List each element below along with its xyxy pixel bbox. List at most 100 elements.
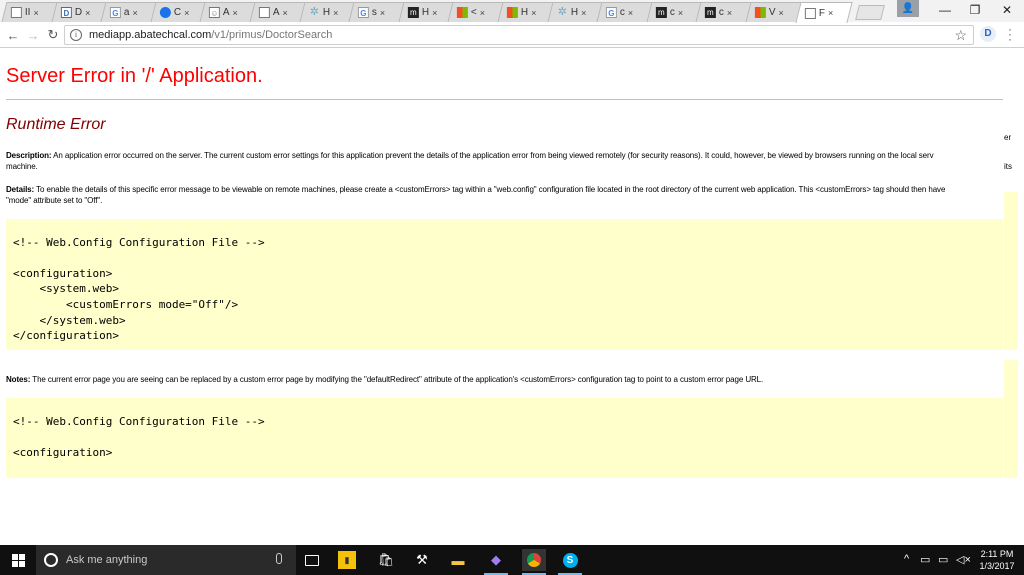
minimize-button[interactable]: — [930,0,960,20]
browser-tab[interactable]: Gs × [348,2,406,22]
browser-tab[interactable]: ✲ H × [299,2,357,22]
forward-button[interactable]: → [24,26,42,44]
back-button[interactable]: ← [4,26,22,44]
arrow-left-icon: ← [6,27,20,43]
browser-tab[interactable]: V × [745,2,803,22]
skype-icon[interactable]: S [558,549,582,575]
close-tab-icon[interactable]: × [828,8,833,18]
star-icon: ✲ [309,6,319,18]
tab-label: c [719,7,725,18]
ms-icon [457,7,469,18]
close-tab-icon[interactable]: × [233,8,238,18]
doc-icon [10,7,22,18]
close-tab-icon[interactable]: × [727,8,732,18]
code-block-edge [1004,360,1018,478]
battery-icon[interactable]: ▭ [938,553,948,566]
info-icon[interactable]: i [70,29,82,41]
close-tab-icon[interactable]: × [581,8,586,18]
star-icon: ✲ [557,6,567,18]
browser-tab[interactable]: F × [794,2,853,23]
browser-tab[interactable]: A × [249,2,307,22]
screen: 👤 — ❐ ✕ II × D D × Ga × C × ☺ A × A × ✲ H × Gs × m H × < × H × ✲ H ×… [0,0,1024,575]
chevron-up-icon[interactable]: ^ [904,553,909,565]
clock-time: 2:11 PM [980,549,1014,559]
clock-date: 1/3/2017 [979,561,1015,571]
browser-tab[interactable]: m H × [398,2,456,22]
code-text: <!-- Web.Config Configuration File --> <… [13,235,265,343]
chrome-logo-icon [527,553,541,567]
code-text: <!-- Web.Config Configuration File --> <… [13,414,265,459]
g-icon: G [606,7,618,18]
close-tab-icon[interactable]: × [184,8,189,18]
restore-button[interactable]: ❐ [960,0,990,20]
browser-tab[interactable]: D D × [51,2,109,22]
close-tab-icon[interactable]: × [779,8,784,18]
reload-icon: ↻ [47,27,59,42]
power-bi-icon[interactable]: ▮ [338,551,356,569]
url-text[interactable]: mediapp.abatechcal.com/v1/primus/DoctorS… [89,29,332,41]
close-tab-icon[interactable]: × [432,8,437,18]
microphone-icon[interactable] [276,553,282,564]
close-tab-icon[interactable]: × [628,8,633,18]
browser-tab[interactable]: C × [150,2,208,22]
extension-d-icon[interactable]: D [980,26,996,42]
file-explorer-icon[interactable]: ▬ [446,549,470,571]
notes-text: The current error page you are seeing ca… [32,375,764,384]
minimize-icon: — [939,3,951,17]
bookmark-star-icon[interactable]: ☆ [954,27,967,44]
browser-tab[interactable]: H × [497,2,555,22]
close-tab-icon[interactable]: × [33,8,38,18]
tab-label: < [471,7,478,18]
code-block-edge [1004,192,1018,350]
browser-toolbar: ← → ↻ i mediapp.abatechcal.com/v1/primus… [0,22,1024,48]
store-icon[interactable]: 🛍 [374,549,398,571]
divider [6,99,1003,100]
visual-studio-icon[interactable]: ◆ [484,549,508,575]
browser-tab[interactable]: ✲ H × [547,2,605,22]
close-tab-icon[interactable]: × [678,8,683,18]
close-tab-icon[interactable]: × [333,8,338,18]
browser-tab[interactable]: m c × [695,2,753,22]
tab-label: c [620,7,626,18]
start-button[interactable] [0,545,36,575]
user-profile-icon[interactable]: 👤 [897,0,919,17]
circle-icon [159,7,171,18]
address-bar[interactable]: i mediapp.abatechcal.com/v1/primus/Docto… [64,25,974,45]
browser-tab[interactable]: m c × [646,2,704,22]
volume-icon[interactable]: ◁× [956,553,971,566]
tab-label: C [173,7,181,18]
error-subtitle: Runtime Error [6,116,106,133]
tab-label: H [570,7,578,18]
browser-tab[interactable]: < × [447,2,505,22]
close-tab-icon[interactable]: × [480,8,485,18]
clock[interactable]: 2:11 PM 1/3/2017 [974,548,1020,572]
browser-tab[interactable]: Gc × [596,2,654,22]
network-icon[interactable]: ▭ [920,553,930,566]
m-icon: m [407,7,419,18]
new-tab-button[interactable] [855,5,885,20]
details-line-2: "mode" attribute set to "Off". [6,196,103,205]
close-tab-icon[interactable]: × [133,8,138,18]
browser-tab[interactable]: II × [1,2,59,22]
tab-label: H [421,7,429,18]
d-icon: D [60,7,72,18]
close-tab-icon[interactable]: × [380,8,385,18]
close-tab-icon[interactable]: × [283,8,288,18]
cortana-search-box[interactable]: Ask me anything [36,545,296,575]
chrome-icon[interactable] [522,549,546,575]
url-host: mediapp.abatechcal.com [89,29,212,41]
page-title: Server Error in '/' Application. [6,65,263,87]
details-label: Details: [6,185,35,194]
browser-tab[interactable]: ☺ A × [199,2,257,22]
menu-dots-icon[interactable]: · · · [1004,23,1016,45]
close-tab-icon[interactable]: × [531,8,536,18]
tab-label: II [24,7,31,18]
close-window-button[interactable]: ✕ [992,0,1022,20]
tools-icon[interactable]: ⚒ [410,549,434,571]
search-placeholder: Ask me anything [66,554,148,566]
browser-tab[interactable]: Ga × [100,2,158,22]
close-tab-icon[interactable]: × [85,8,90,18]
reload-button[interactable]: ↻ [44,26,62,44]
task-view-button[interactable] [300,549,324,571]
details-text: To enable the details of this specific e… [36,185,946,194]
